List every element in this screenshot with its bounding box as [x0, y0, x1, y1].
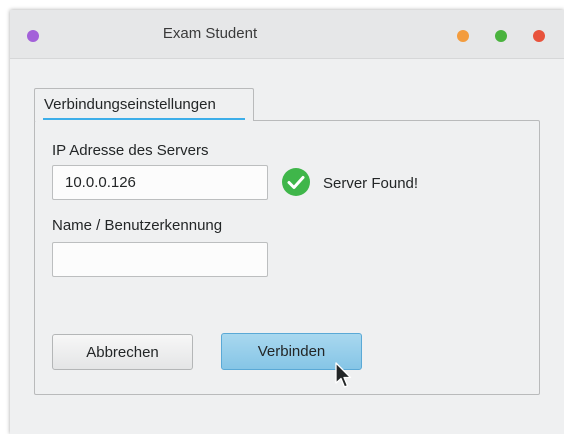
close-dot-icon[interactable] — [533, 30, 545, 42]
cancel-button[interactable]: Abbrechen — [52, 334, 193, 370]
tab-active-indicator — [43, 118, 245, 120]
tab-verbindungseinstellungen[interactable]: Verbindungseinstellungen — [34, 88, 254, 121]
server-status-text: Server Found! — [323, 175, 419, 192]
title-bar[interactable]: Exam Student — [10, 10, 564, 59]
app-window: Exam Student Verbindungseinstellungen IP… — [10, 10, 564, 434]
ip-address-input[interactable] — [52, 165, 268, 200]
tab-label: Verbindungseinstellungen — [44, 96, 216, 113]
check-circle-icon — [282, 168, 310, 196]
minimize-dot-icon[interactable] — [457, 30, 469, 42]
ip-address-label: IP Adresse des Servers — [52, 142, 209, 159]
name-label: Name / Benutzerkennung — [52, 217, 223, 234]
window-title: Exam Student — [162, 25, 258, 42]
maximize-dot-icon[interactable] — [495, 30, 507, 42]
name-input[interactable] — [52, 242, 268, 277]
mouse-cursor-icon — [335, 362, 352, 388]
